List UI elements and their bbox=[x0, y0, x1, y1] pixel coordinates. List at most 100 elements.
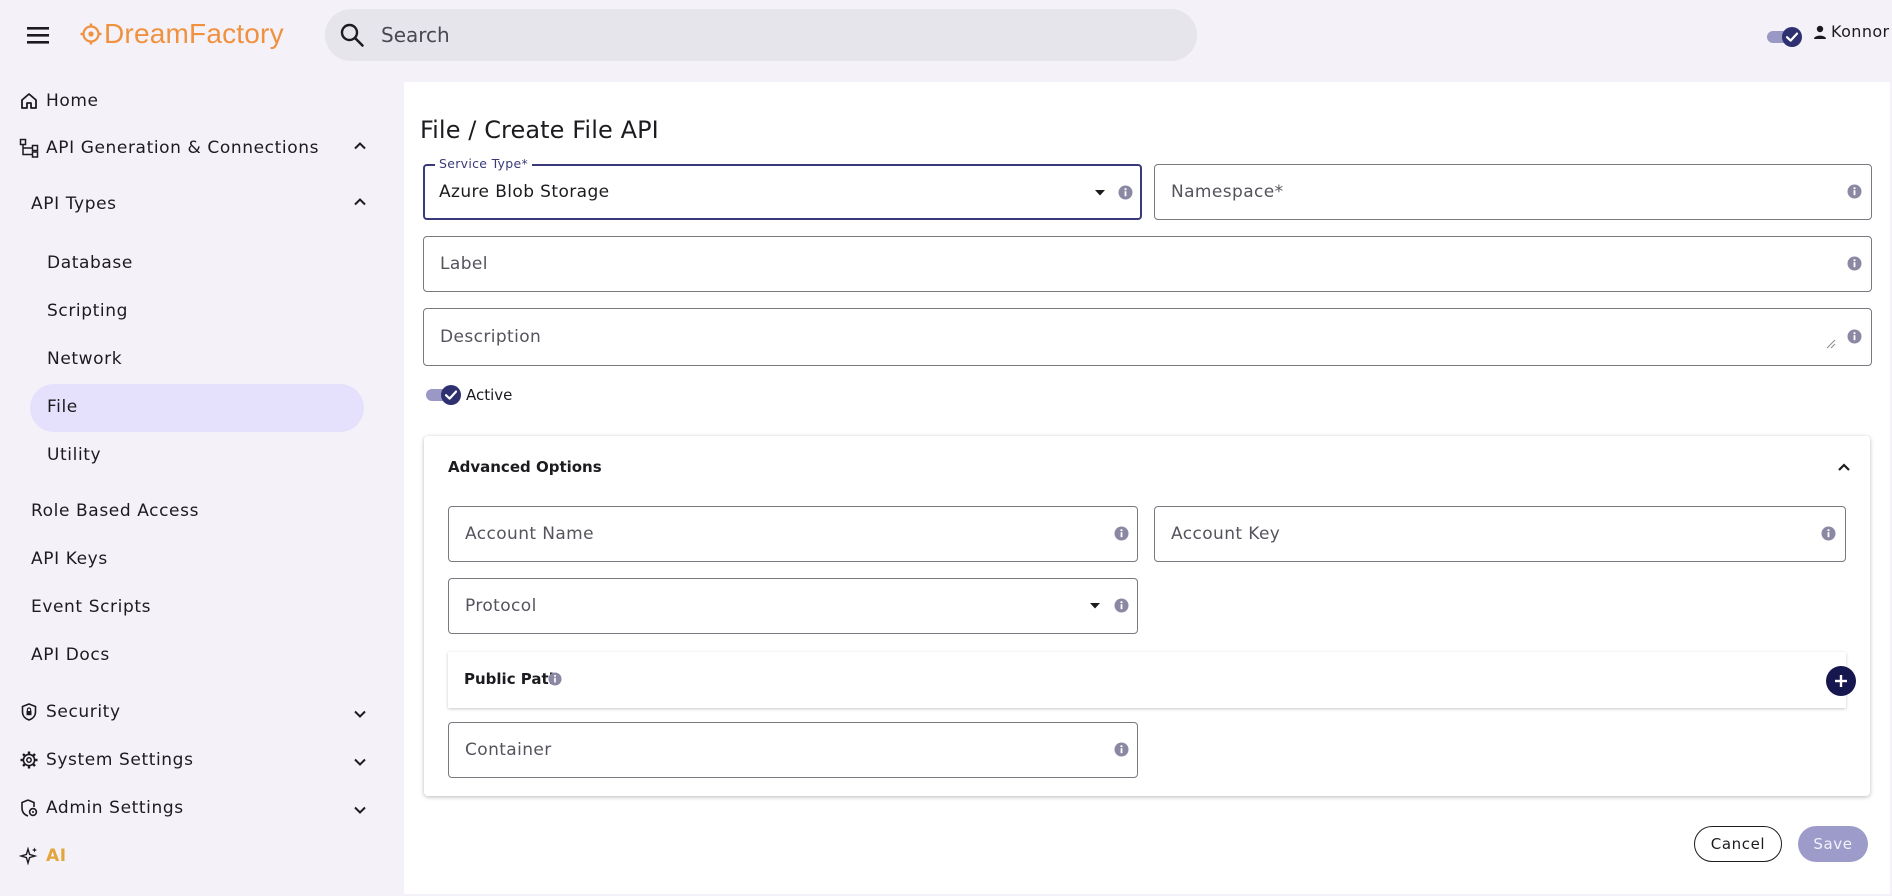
sidebar-item-home[interactable]: Home bbox=[18, 90, 99, 112]
service-type-value: Azure Blob Storage bbox=[439, 182, 610, 202]
sidebar-item-label: Security bbox=[46, 702, 121, 722]
advanced-options-panel: Advanced Options Account Name Account Ke… bbox=[424, 436, 1870, 796]
logo-text: DreamFactory bbox=[104, 18, 284, 49]
user-name: Konnor bbox=[1831, 22, 1890, 41]
sidebar: Home API Generation & Connections API Ty… bbox=[0, 70, 404, 896]
advanced-options-title[interactable]: Advanced Options bbox=[448, 458, 602, 476]
sidebar-item-scripting[interactable]: Scripting bbox=[47, 301, 128, 321]
page-title: File / Create File API bbox=[420, 116, 659, 144]
sidebar-item-network[interactable]: Network bbox=[47, 349, 122, 369]
sidebar-item-label: File bbox=[47, 397, 78, 417]
plus-icon bbox=[1835, 675, 1847, 687]
search-bar[interactable] bbox=[325, 9, 1197, 61]
chevron-up-icon[interactable] bbox=[1832, 456, 1856, 478]
sidebar-item-admin-settings[interactable]: Admin Settings bbox=[18, 797, 184, 819]
save-button[interactable]: Save bbox=[1798, 826, 1868, 862]
container-field[interactable]: Container bbox=[448, 722, 1138, 778]
sidebar-item-label: Network bbox=[47, 349, 123, 369]
info-icon[interactable] bbox=[1114, 526, 1129, 541]
label-placeholder: Label bbox=[440, 254, 488, 274]
sidebar-item-api-docs[interactable]: API Docs bbox=[31, 645, 110, 665]
top-bar: DreamFactory Konnor bbox=[0, 0, 1892, 70]
search-input[interactable] bbox=[381, 23, 1161, 47]
active-nav-highlight bbox=[30, 384, 364, 432]
theme-toggle[interactable] bbox=[1765, 24, 1805, 50]
service-type-select[interactable]: Service Type* Azure Blob Storage bbox=[423, 156, 1142, 220]
info-icon[interactable] bbox=[1118, 185, 1133, 200]
sidebar-item-database[interactable]: Database bbox=[47, 253, 133, 273]
sidebar-item-api-types[interactable]: API Types bbox=[31, 194, 117, 214]
sidebar-item-ai[interactable]: AI bbox=[18, 845, 67, 867]
sparkle-icon bbox=[18, 845, 40, 867]
chevron-up-icon[interactable] bbox=[350, 192, 370, 212]
sidebar-item-label: Event Scripts bbox=[31, 597, 152, 617]
sidebar-item-label: Home bbox=[46, 91, 99, 111]
dropdown-caret-icon[interactable] bbox=[1089, 602, 1101, 610]
logo-gear-icon bbox=[80, 23, 102, 45]
info-icon[interactable] bbox=[548, 672, 562, 686]
account-name-placeholder: Account Name bbox=[465, 524, 594, 544]
search-icon bbox=[339, 22, 365, 48]
chevron-down-icon[interactable] bbox=[350, 752, 370, 772]
info-icon[interactable] bbox=[1114, 598, 1129, 613]
shield-icon bbox=[18, 701, 40, 723]
sidebar-item-file[interactable]: File bbox=[47, 397, 78, 417]
label-field[interactable]: Label bbox=[423, 236, 1872, 292]
public-path-title: Public Path bbox=[464, 670, 560, 688]
public-path-row: Public Path bbox=[448, 652, 1856, 708]
info-icon[interactable] bbox=[1847, 184, 1862, 199]
sidebar-item-utility[interactable]: Utility bbox=[47, 445, 101, 465]
sidebar-item-system-settings[interactable]: System Settings bbox=[18, 749, 194, 771]
sidebar-item-label: API Keys bbox=[31, 549, 108, 569]
sidebar-item-label: Utility bbox=[47, 445, 102, 465]
protocol-select[interactable]: Protocol bbox=[448, 578, 1138, 634]
description-textarea[interactable]: Description bbox=[423, 308, 1872, 366]
user-menu[interactable]: Konnor bbox=[1813, 22, 1890, 41]
chevron-down-icon[interactable] bbox=[350, 800, 370, 820]
active-label: Active bbox=[466, 386, 513, 404]
sidebar-item-label: Admin Settings bbox=[46, 798, 184, 818]
gear-icon bbox=[18, 749, 40, 771]
sidebar-item-api-generation[interactable]: API Generation & Connections bbox=[18, 137, 319, 159]
sidebar-item-label: Role Based Access bbox=[31, 501, 200, 521]
info-icon[interactable] bbox=[1114, 742, 1129, 757]
description-placeholder: Description bbox=[440, 327, 542, 347]
admin-shield-icon bbox=[18, 797, 40, 819]
dreamfactory-logo[interactable]: DreamFactory bbox=[80, 14, 284, 54]
chevron-up-icon[interactable] bbox=[350, 136, 370, 156]
home-icon bbox=[18, 90, 40, 112]
sidebar-item-label: System Settings bbox=[46, 750, 194, 770]
person-icon bbox=[1813, 25, 1827, 39]
sidebar-item-event-scripts[interactable]: Event Scripts bbox=[31, 597, 151, 617]
namespace-field[interactable]: Namespace* bbox=[1154, 164, 1872, 220]
toggle-switch-icon[interactable] bbox=[424, 382, 464, 408]
sidebar-item-label: API Docs bbox=[31, 645, 110, 665]
account-key-placeholder: Account Key bbox=[1171, 524, 1281, 544]
namespace-placeholder: Namespace* bbox=[1171, 182, 1284, 202]
sidebar-item-role-based-access[interactable]: Role Based Access bbox=[31, 501, 199, 521]
add-public-path-button[interactable] bbox=[1826, 666, 1856, 696]
sidebar-item-security[interactable]: Security bbox=[18, 701, 121, 723]
hierarchy-icon bbox=[18, 137, 40, 159]
main-panel: File / Create File API Service Type* Azu… bbox=[404, 82, 1890, 894]
service-type-label: Service Type* bbox=[435, 156, 533, 171]
account-key-field[interactable]: Account Key bbox=[1154, 506, 1846, 562]
sidebar-item-label: API Generation & Connections bbox=[46, 138, 320, 158]
info-icon[interactable] bbox=[1847, 329, 1862, 344]
sidebar-item-label: Database bbox=[47, 253, 133, 273]
resize-handle-icon[interactable] bbox=[1826, 339, 1836, 349]
sidebar-item-label: Scripting bbox=[47, 301, 128, 321]
sidebar-item-label: AI bbox=[46, 846, 67, 866]
info-icon[interactable] bbox=[1821, 526, 1836, 541]
account-name-field[interactable]: Account Name bbox=[448, 506, 1138, 562]
chevron-down-icon[interactable] bbox=[350, 704, 370, 724]
protocol-placeholder: Protocol bbox=[465, 596, 537, 616]
dropdown-caret-icon[interactable] bbox=[1094, 189, 1106, 197]
sidebar-item-label: API Types bbox=[31, 194, 117, 214]
container-placeholder: Container bbox=[465, 740, 552, 760]
cancel-button[interactable]: Cancel bbox=[1694, 826, 1782, 862]
menu-icon[interactable] bbox=[22, 20, 56, 50]
info-icon[interactable] bbox=[1847, 256, 1862, 271]
sidebar-item-api-keys[interactable]: API Keys bbox=[31, 549, 108, 569]
active-toggle[interactable]: Active bbox=[424, 382, 512, 408]
